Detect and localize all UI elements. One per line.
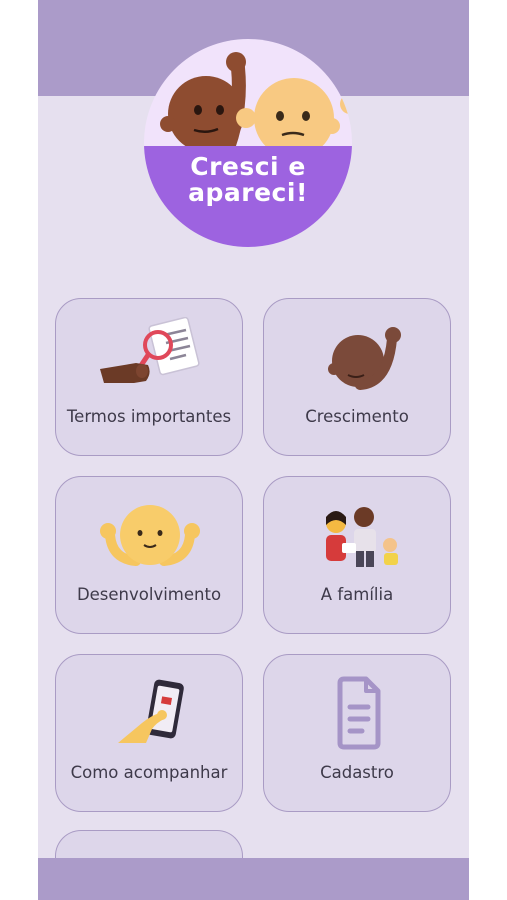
- document-icon: [298, 673, 418, 751]
- baby-arms-up-icon: [90, 495, 210, 573]
- menu-tile-crescimento[interactable]: Crescimento: [263, 298, 451, 456]
- menu-tile-label: Como acompanhar: [70, 763, 228, 782]
- app-screen: Cresci e apareci! Termos importantes Cre…: [38, 0, 469, 900]
- logo-title-line-1: Cresci e: [190, 152, 306, 181]
- bottom-bar: [38, 858, 469, 900]
- menu-tile-como-acompanhar[interactable]: Como acompanhar: [55, 654, 243, 812]
- logo-title-line-2: apareci!: [188, 178, 308, 207]
- menu-tile-label: Termos importantes: [66, 407, 232, 426]
- menu-tile-desenvolvimento[interactable]: Desenvolvimento: [55, 476, 243, 634]
- magnifier-document-icon: [90, 316, 210, 395]
- menu-tile-label: A família: [320, 585, 394, 604]
- menu-tile-cadastro[interactable]: Cadastro: [263, 654, 451, 812]
- menu-tile-termos-importantes[interactable]: Termos importantes: [55, 298, 243, 456]
- logo-title: Cresci e apareci!: [138, 154, 358, 206]
- hand-phone-icon: [90, 673, 210, 751]
- menu-tile-label: Crescimento: [305, 407, 409, 426]
- menu-tile-label: Desenvolvimento: [76, 585, 222, 604]
- family-icon: [298, 495, 418, 573]
- app-logo: Cresci e apareci!: [138, 38, 358, 250]
- menu-tile-label: Cadastro: [320, 763, 394, 782]
- baby-waving-icon: [298, 317, 418, 395]
- menu-tile-a-familia[interactable]: A família: [263, 476, 451, 634]
